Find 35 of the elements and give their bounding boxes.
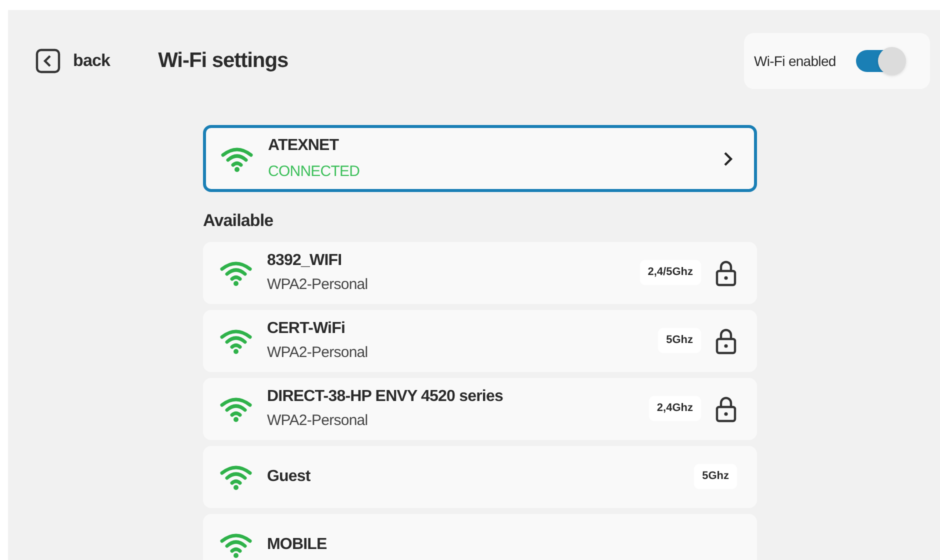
network-name: ATEXNET bbox=[268, 136, 340, 156]
security-type: WPA2-Personal bbox=[267, 342, 368, 363]
wifi-icon bbox=[219, 396, 253, 422]
network-row[interactable]: MOBILE bbox=[203, 514, 757, 560]
network-row[interactable]: CERT-WiFi WPA2-Personal 5Ghz bbox=[203, 310, 757, 372]
lock-icon bbox=[715, 258, 737, 286]
section-heading: Available bbox=[203, 210, 274, 232]
wifi-icon bbox=[219, 532, 253, 558]
back-button[interactable]: back bbox=[35, 48, 110, 74]
connection-status: CONNECTED bbox=[268, 162, 360, 182]
network-name: DIRECT-38-HP ENVY 4520 series bbox=[267, 386, 503, 407]
network-name: Guest bbox=[267, 466, 310, 486]
band-badge: 2,4Ghz bbox=[648, 396, 701, 421]
wifi-icon bbox=[219, 328, 253, 354]
toggle-label: Wi-Fi enabled bbox=[754, 52, 836, 70]
band-badge: 2,4/5Ghz bbox=[640, 260, 701, 285]
wifi-icon bbox=[220, 146, 254, 172]
network-row[interactable]: 8392_WIFI WPA2-Personal 2,4/5Ghz bbox=[203, 242, 757, 304]
security-type: WPA2-Personal bbox=[267, 274, 368, 295]
lock-icon bbox=[715, 326, 737, 354]
band-badge: 5Ghz bbox=[694, 464, 737, 489]
wifi-icon bbox=[219, 464, 253, 490]
wifi-icon bbox=[219, 260, 253, 286]
network-row[interactable]: Guest 5Ghz bbox=[203, 446, 757, 508]
security-type: WPA2-Personal bbox=[267, 410, 369, 431]
chevron-right-icon bbox=[722, 150, 734, 166]
chevron-left-icon bbox=[35, 48, 61, 74]
network-row[interactable]: DIRECT-38-HP ENVY 4520 series WPA2-Personal 2,4Ghz bbox=[203, 378, 757, 440]
network-name: 8392_WIFI bbox=[267, 250, 343, 271]
connected-network[interactable]: ATEXNET CONNECTED bbox=[203, 125, 757, 192]
network-name: CERT-WiFi bbox=[267, 318, 346, 339]
network-name: MOBILE bbox=[267, 534, 327, 554]
lock-icon bbox=[715, 394, 737, 422]
band-badge: 5Ghz bbox=[658, 328, 701, 353]
page-title: Wi-Fi settings bbox=[158, 48, 288, 74]
